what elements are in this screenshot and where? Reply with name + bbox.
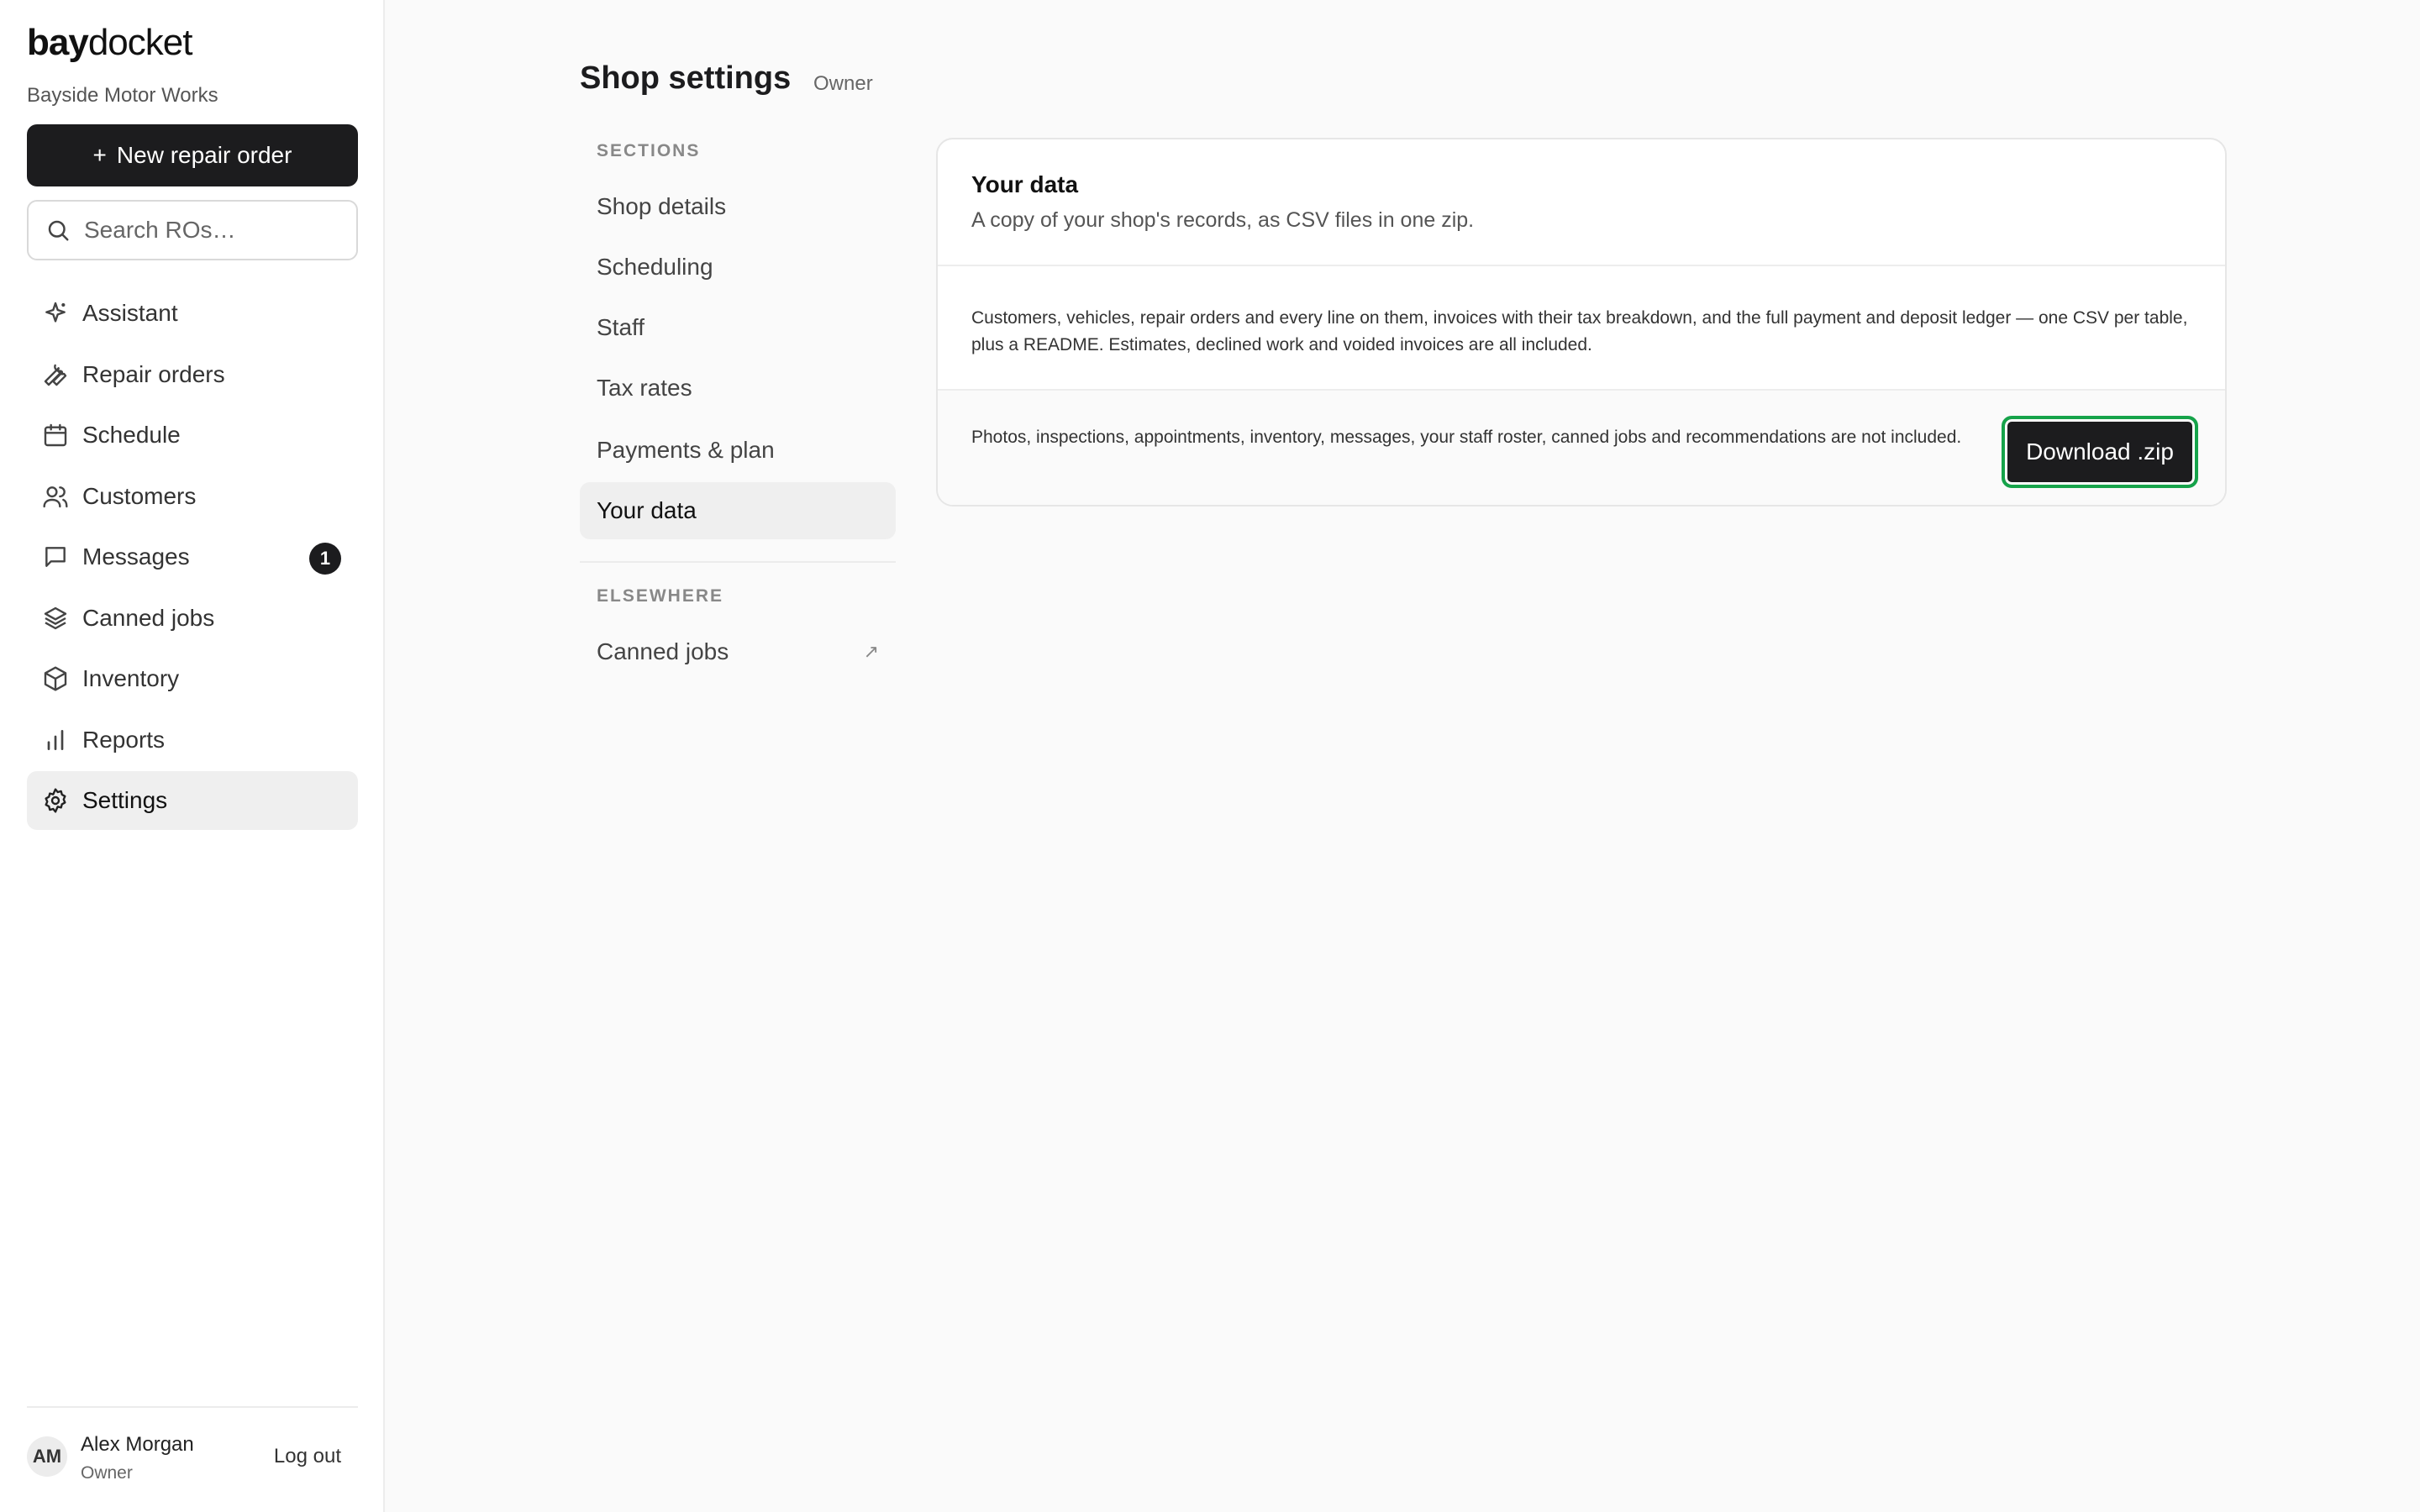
nav-item-inventory[interactable]: Inventory [27,649,358,708]
nav-item-customers[interactable]: Customers [27,467,358,526]
main-nav: Assistant Repair orders Schedule Custome… [27,284,358,832]
section-shop-details[interactable]: Shop details [580,178,896,235]
nav-label: Canned jobs [82,604,215,631]
user-panel: AM Alex Morgan Owner Log out [27,1406,358,1512]
shop-name: Bayside Motor Works [27,84,218,107]
search-box[interactable] [27,200,358,260]
nav-item-messages[interactable]: Messages 1 [27,528,358,586]
box-icon [44,666,67,691]
download-zip-button[interactable]: Download .zip [2002,416,2198,488]
nav-label: Messages [82,543,190,570]
search-icon [48,220,69,241]
role-tag: Owner [813,72,873,95]
external-arrow-icon: ↗ [863,641,879,662]
nav-item-canned-jobs[interactable]: Canned jobs [27,589,358,648]
message-icon [45,547,66,567]
sections-divider [580,561,896,563]
nav-label: Assistant [82,300,178,326]
included-section: Customers, vehicles, repair orders and e… [938,266,2225,391]
unread-badge: 1 [309,543,341,575]
nav-label: Settings [82,787,168,813]
sections-heading: SECTIONS [597,141,701,160]
nav-item-assistant[interactable]: Assistant [27,284,358,343]
nav-label: Repair orders [82,360,225,387]
new-repair-order-button[interactable]: + New repair order [27,124,358,186]
layers-icon [44,606,67,629]
excluded-description: Photos, inspections, appointments, inven… [971,428,1962,447]
avatar[interactable]: AM [27,1436,67,1477]
user-role: Owner [81,1463,133,1483]
section-tax-rates[interactable]: Tax rates [580,360,896,417]
sparkle-icon [45,302,66,323]
gear-icon [45,788,66,813]
page-title: Shop settings [580,60,792,96]
wrench-icon [44,364,67,386]
bar-chart-icon [47,729,64,750]
section-your-data[interactable]: Your data [580,482,896,539]
plus-icon: + [92,142,107,168]
card-header: Your data A copy of your shop's records,… [938,139,2225,266]
excluded-section: Photos, inspections, appointments, inven… [938,391,2225,505]
nav-label: Inventory [82,665,180,691]
card-title: Your data [971,171,1079,197]
elsewhere-heading: ELSEWHERE [597,586,724,606]
user-name: Alex Morgan [81,1433,194,1456]
sidebar: baydocket Bayside Motor Works + New repa… [0,0,385,1512]
brand-logo[interactable]: baydocket [27,22,192,64]
calendar-icon [44,423,67,447]
elsewhere-canned-jobs[interactable]: Canned jobs ↗ [580,623,896,680]
section-staff[interactable]: Staff [580,299,896,356]
section-scheduling[interactable]: Scheduling [580,239,896,296]
search-input[interactable] [84,217,336,244]
nav-label: Reports [82,726,166,753]
your-data-card: Your data A copy of your shop's records,… [936,138,2227,507]
nav-label: Schedule [82,422,181,448]
nav-item-reports[interactable]: Reports [27,711,358,769]
nav-item-repair-orders[interactable]: Repair orders [27,345,358,404]
nav-item-settings[interactable]: Settings [27,771,358,830]
elsewhere-label: Canned jobs [597,638,729,664]
users-icon [43,486,68,507]
included-description: Customers, vehicles, repair orders and e… [971,308,2188,354]
logout-button[interactable]: Log out [274,1445,341,1468]
section-payments-plan[interactable]: Payments & plan [580,422,896,479]
nav-label: Customers [82,482,197,509]
card-subtitle: A copy of your shop's records, as CSV fi… [971,208,1475,232]
new-repair-order-label: New repair order [116,142,292,168]
nav-item-schedule[interactable]: Schedule [27,406,358,465]
